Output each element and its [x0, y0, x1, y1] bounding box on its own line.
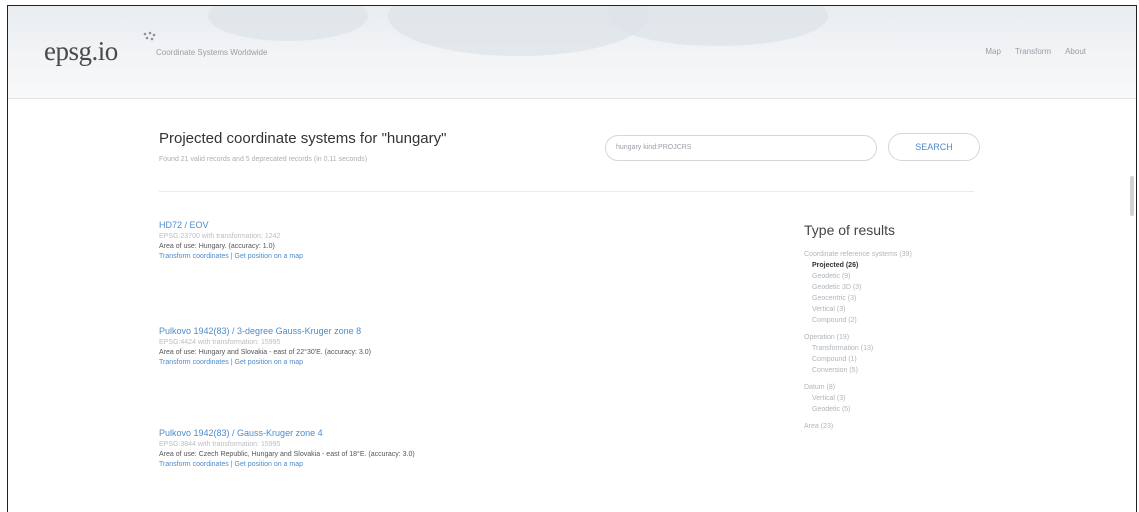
filter-datum[interactable]: Datum (8) — [804, 384, 912, 391]
filter-compound[interactable]: Compound (2) — [804, 317, 912, 324]
page-title: Projected coordinate systems for "hungar… — [159, 130, 447, 147]
result-code: EPSG:23700 with transformation: 1242 — [159, 233, 281, 240]
filter-datum-geodetic[interactable]: Geodetic (5) — [804, 406, 912, 413]
site-logo[interactable]: epsg.io — [44, 36, 118, 67]
link-separator: | — [230, 359, 233, 366]
filter-geocentric[interactable]: Geocentric (3) — [804, 295, 912, 302]
filter-group: Area (23) — [804, 423, 912, 430]
result-area: Area of use: Hungary and Slovakia - east… — [159, 349, 371, 356]
transform-coordinates-link[interactable]: Transform coordinates — [159, 253, 229, 260]
result-item: Pulkovo 1942(83) / 3-degree Gauss-Kruger… — [159, 326, 371, 366]
filter-group: Coordinate reference systems (39) Projec… — [804, 251, 912, 324]
result-area: Area of use: Hungary. (accuracy: 1.0) — [159, 243, 275, 250]
divider — [159, 191, 974, 192]
result-code: EPSG:3844 with transformation: 15995 — [159, 441, 281, 448]
browser-frame: epsg.io Coordinate Systems Worldwide Map… — [7, 5, 1137, 512]
filter-operation[interactable]: Operation (19) — [804, 334, 912, 341]
logo-dots-icon — [143, 31, 156, 41]
result-code: EPSG:4424 with transformation: 15995 — [159, 339, 281, 346]
filter-conversion[interactable]: Conversion (5) — [804, 367, 912, 374]
results-count: Found 21 valid records and 5 deprecated … — [159, 156, 368, 163]
get-position-link[interactable]: Get position on a map — [235, 461, 304, 468]
result-links: Transform coordinates | Get position on … — [159, 461, 415, 468]
sidebar-title: Type of results — [804, 222, 896, 238]
filter-transformation[interactable]: Transformation (13) — [804, 345, 912, 352]
filter-compound-op[interactable]: Compound (1) — [804, 356, 912, 363]
result-title[interactable]: HD72 / EOV — [159, 220, 303, 230]
transform-coordinates-link[interactable]: Transform coordinates — [159, 359, 229, 366]
filter-geodetic-3d[interactable]: Geodetic 3D (3) — [804, 284, 912, 291]
result-item: HD72 / EOV EPSG:23700 with transformatio… — [159, 220, 303, 260]
result-item: Pulkovo 1942(83) / Gauss-Kruger zone 4 E… — [159, 428, 415, 468]
result-links: Transform coordinates | Get position on … — [159, 253, 303, 260]
get-position-link[interactable]: Get position on a map — [235, 359, 304, 366]
page-scrollbar[interactable] — [1130, 176, 1134, 216]
filter-crs[interactable]: Coordinate reference systems (39) — [804, 251, 912, 258]
filter-vertical[interactable]: Vertical (3) — [804, 306, 912, 313]
map-background-shape — [608, 6, 828, 46]
filter-group: Operation (19) Transformation (13) Compo… — [804, 334, 912, 374]
map-background-shape — [208, 6, 368, 41]
filter-projected[interactable]: Projected (26) — [804, 262, 912, 269]
main-nav: Map Transform About — [985, 47, 1086, 56]
result-title[interactable]: Pulkovo 1942(83) / 3-degree Gauss-Kruger… — [159, 326, 371, 336]
filter-datum-vertical[interactable]: Vertical (3) — [804, 395, 912, 402]
result-links: Transform coordinates | Get position on … — [159, 359, 371, 366]
search-button[interactable]: SEARCH — [888, 133, 980, 161]
filter-group: Datum (8) Vertical (3) Geodetic (5) — [804, 384, 912, 413]
get-position-link[interactable]: Get position on a map — [235, 253, 304, 260]
result-area: Area of use: Czech Republic, Hungary and… — [159, 451, 415, 458]
nav-about[interactable]: About — [1065, 47, 1086, 56]
link-separator: | — [230, 461, 233, 468]
site-tagline: Coordinate Systems Worldwide — [156, 48, 268, 57]
site-header: epsg.io Coordinate Systems Worldwide Map… — [8, 6, 1136, 99]
results-type-sidebar: Type of results Coordinate reference sys… — [804, 222, 912, 440]
filter-geodetic[interactable]: Geodetic (9) — [804, 273, 912, 280]
search-input[interactable]: hungary kind:PROJCRS — [605, 135, 877, 161]
nav-map[interactable]: Map — [985, 47, 1001, 56]
nav-transform[interactable]: Transform — [1015, 47, 1051, 56]
link-separator: | — [230, 253, 233, 260]
result-title[interactable]: Pulkovo 1942(83) / Gauss-Kruger zone 4 — [159, 428, 415, 438]
filter-area[interactable]: Area (23) — [804, 423, 912, 430]
transform-coordinates-link[interactable]: Transform coordinates — [159, 461, 229, 468]
